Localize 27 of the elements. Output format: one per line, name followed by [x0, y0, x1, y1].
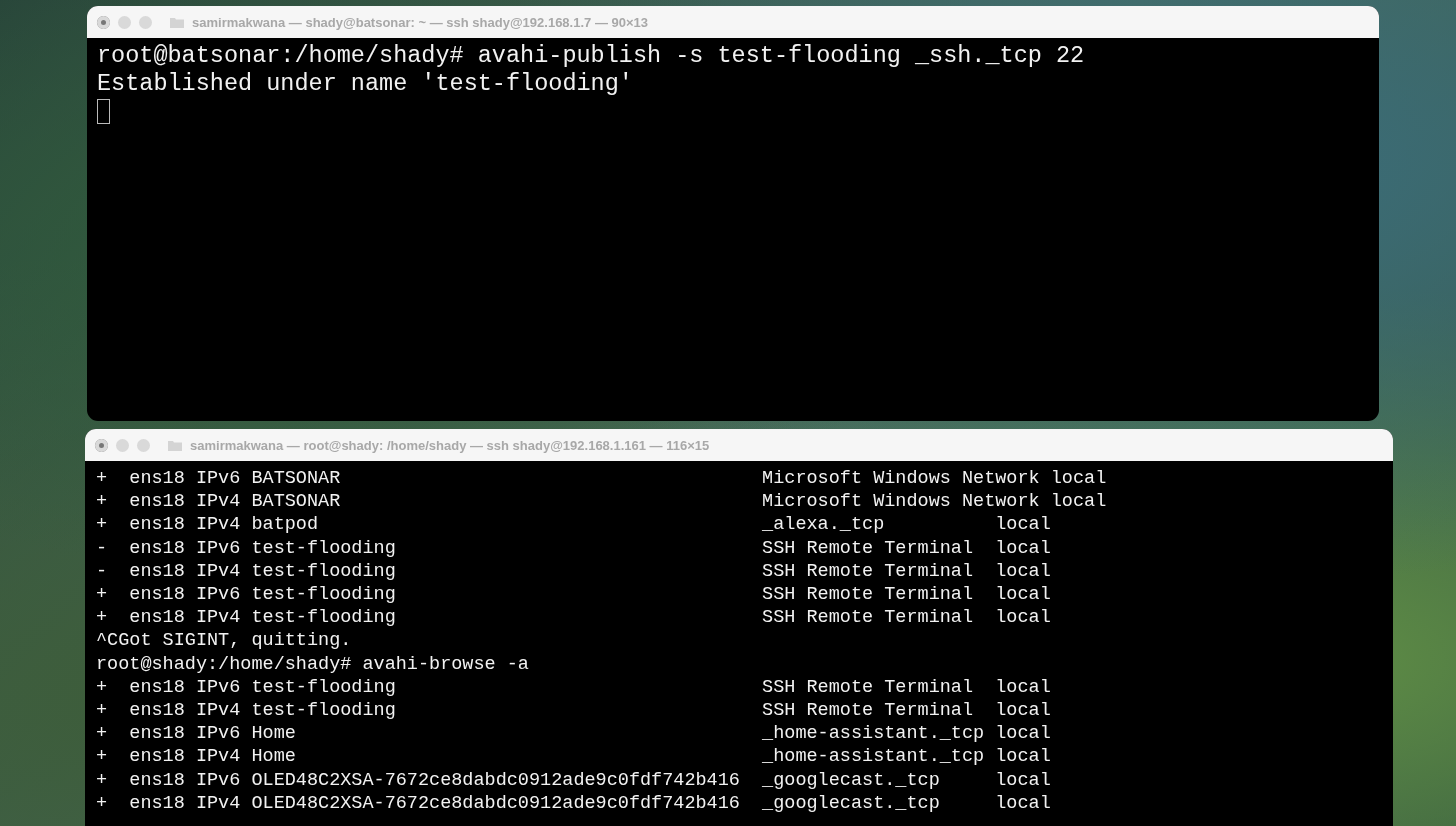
- service-entry-line: + ens18 IPv4 Home _home-assistant._tcp local: [96, 745, 1051, 769]
- service-entry-line: - ens18 IPv4 test-flooding SSH Remote Terminal local: [96, 559, 1051, 583]
- terminal-line: root@batsonar:/home/shady# avahi-publish -s test-flooding _ssh._tcp 22: [97, 42, 1085, 70]
- service-entry-line: + ens18 IPv6 Home _home-assistant._tcp local: [96, 722, 1051, 746]
- zoom-button[interactable]: [139, 15, 152, 29]
- close-button[interactable]: [97, 15, 110, 29]
- service-entry-line: + ens18 IPv4 test-flooding SSH Remote Terminal local: [96, 606, 1051, 630]
- window-title: samirmakwana — root@shady: /home/shady — ssh shady@192.168.1.161 — 116×15: [190, 437, 710, 453]
- service-entry-line: + ens18 IPv4 batpod _alexa._tcp local: [96, 513, 1051, 537]
- window-title: samirmakwana — shady@batsonar: ~ — ssh shady@192.168.1.7 — 90×13: [192, 14, 649, 30]
- close-button[interactable]: [95, 438, 108, 452]
- minimize-button[interactable]: [116, 438, 129, 452]
- terminal-line: root@shady:/home/shady# avahi-browse -a: [96, 652, 529, 676]
- service-entry-line: + ens18 IPv6 test-flooding SSH Remote Terminal local: [96, 675, 1051, 700]
- service-entry-line: + ens18 IPv4 test-flooding SSH Remote Terminal local: [96, 699, 1051, 723]
- service-entry-line: + ens18 IPv6 OLED48C2XSA-7672ce8dabdc0912ade9c0fdf742b416 _googlecast._tcp local: [96, 768, 1051, 792]
- folder-icon: [170, 16, 184, 28]
- terminal-line: Established under name 'test-flooding': [97, 70, 633, 98]
- service-entry-line: + ens18 IPv6 test-flooding SSH Remote Terminal local: [96, 583, 1051, 607]
- service-entry-line: + ens18 IPv4 BATSONAR Microsoft Windows Network local: [96, 490, 1107, 514]
- folder-icon: [168, 439, 182, 451]
- minimize-button[interactable]: [118, 15, 131, 29]
- terminal-line: ^CGot SIGINT, quitting.: [96, 629, 352, 653]
- service-entry-line: + ens18 IPv6 BATSONAR Microsoft Windows Network local: [96, 467, 1107, 491]
- zoom-button[interactable]: [137, 438, 150, 452]
- service-entry-line: + ens18 IPv4 OLED48C2XSA-7672ce8dabdc0912ade9c0fdf742b416 _googlecast._tcp local: [96, 791, 1051, 816]
- service-entry-line: - ens18 IPv6 test-flooding SSH Remote Terminal local: [96, 536, 1051, 560]
